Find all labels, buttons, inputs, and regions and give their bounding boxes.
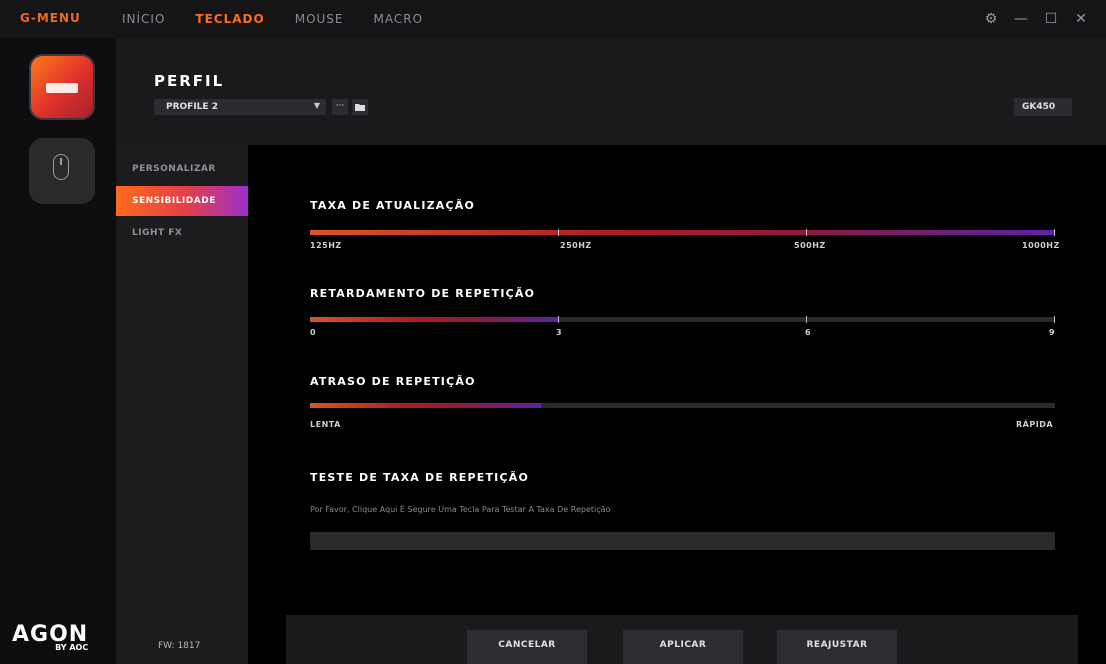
repeat-test-title: TESTE DE TAXA DE REPETIÇÃO xyxy=(310,471,530,484)
cancel-button[interactable]: CANCELAR xyxy=(467,630,587,664)
apply-button[interactable]: APLICAR xyxy=(623,630,743,664)
refresh-rate-slider[interactable] xyxy=(310,229,1055,236)
slider-tick xyxy=(1054,229,1055,236)
page-title: PERFIL xyxy=(154,72,225,90)
refresh-label-250: 250HZ xyxy=(560,241,592,250)
mouse-icon xyxy=(53,154,69,180)
profile-select[interactable]: PROFILE 2 ▼ xyxy=(154,99,326,115)
reset-button[interactable]: REAJUSTAR xyxy=(777,630,897,664)
device-model-badge: GK450 xyxy=(1014,98,1072,116)
sensitivity-panel: TAXA DE ATUALIZAÇÃO 125HZ 250HZ 500HZ 10… xyxy=(248,145,1106,664)
refresh-label-500: 500HZ xyxy=(794,241,826,250)
menu-item-personalizar[interactable]: PERSONALIZAR xyxy=(116,154,248,184)
main-nav: INÍCIO TECLADO MOUSE MACRO xyxy=(122,0,453,38)
keyboard-icon xyxy=(46,83,78,93)
repeat-rate-title: ATRASO DE REPETIÇÃO xyxy=(310,375,476,388)
slider-tick xyxy=(1054,316,1055,323)
delay-label-6: 6 xyxy=(805,328,812,337)
slider-tick xyxy=(806,229,807,236)
app-window: G-MENU INÍCIO TECLADO MOUSE MACRO ⚙ — ☐ … xyxy=(0,0,1106,664)
minimize-icon[interactable]: — xyxy=(1006,11,1036,27)
maximize-icon[interactable]: ☐ xyxy=(1036,11,1066,27)
profile-header: PERFIL PROFILE 2 ▼ ··· GK450 xyxy=(116,38,1106,145)
menu-item-light-fx[interactable]: LIGHT FX xyxy=(116,218,248,248)
slider-tick xyxy=(558,229,559,236)
tab-teclado[interactable]: TECLADO xyxy=(195,12,264,26)
delay-label-3: 3 xyxy=(556,328,563,337)
firmware-version: FW: 1817 xyxy=(158,641,201,651)
repeat-delay-slider[interactable] xyxy=(310,316,1055,323)
profile-select-value: PROFILE 2 xyxy=(166,102,218,112)
app-brand: G-MENU xyxy=(20,11,81,25)
action-bar: CANCELAR APLICAR REAJUSTAR xyxy=(286,615,1078,664)
tab-inicio[interactable]: INÍCIO xyxy=(122,12,165,26)
refresh-label-1000: 1000HZ xyxy=(1022,241,1060,250)
delay-label-9: 9 xyxy=(1049,328,1056,337)
agon-logo: AGON BY AOC xyxy=(12,622,88,652)
tab-macro[interactable]: MACRO xyxy=(374,12,424,26)
repeat-test-input[interactable] xyxy=(310,532,1055,550)
repeat-delay-fill xyxy=(310,317,559,322)
device-keyboard-button[interactable] xyxy=(29,54,95,120)
delay-label-0: 0 xyxy=(310,328,317,337)
device-rail: AGON BY AOC xyxy=(0,38,116,664)
menu-item-sensibilidade[interactable]: SENSIBILIDADE xyxy=(116,186,248,216)
close-icon[interactable]: ✕ xyxy=(1066,11,1096,27)
device-mouse-button[interactable] xyxy=(29,138,95,204)
profile-folder-button[interactable] xyxy=(352,99,368,115)
refresh-rate-fill xyxy=(310,230,1055,235)
rate-label-fast: RÁPIDA xyxy=(1016,420,1054,429)
profile-more-button[interactable]: ··· xyxy=(332,99,348,115)
refresh-label-125: 125HZ xyxy=(310,241,342,250)
repeat-test-hint: Por Favor, Clique Aqui E Segure Uma Tecl… xyxy=(310,505,611,514)
slider-tick xyxy=(806,316,807,323)
repeat-delay-title: RETARDAMENTO DE REPETIÇÃO xyxy=(310,287,536,300)
chevron-down-icon: ▼ xyxy=(313,101,320,110)
settings-icon[interactable]: ⚙ xyxy=(976,11,1006,27)
repeat-rate-fill xyxy=(310,403,541,408)
folder-icon xyxy=(355,104,365,111)
title-bar: G-MENU INÍCIO TECLADO MOUSE MACRO ⚙ — ☐ … xyxy=(0,0,1106,38)
repeat-rate-slider[interactable] xyxy=(310,403,1055,408)
rate-label-slow: LENTA xyxy=(310,420,341,429)
tab-mouse[interactable]: MOUSE xyxy=(295,12,344,26)
window-controls: ⚙ — ☐ ✕ xyxy=(976,0,1096,38)
slider-tick xyxy=(558,316,559,323)
refresh-rate-title: TAXA DE ATUALIZAÇÃO xyxy=(310,199,476,212)
side-menu: PERSONALIZAR SENSIBILIDADE LIGHT FX FW: … xyxy=(116,145,248,664)
